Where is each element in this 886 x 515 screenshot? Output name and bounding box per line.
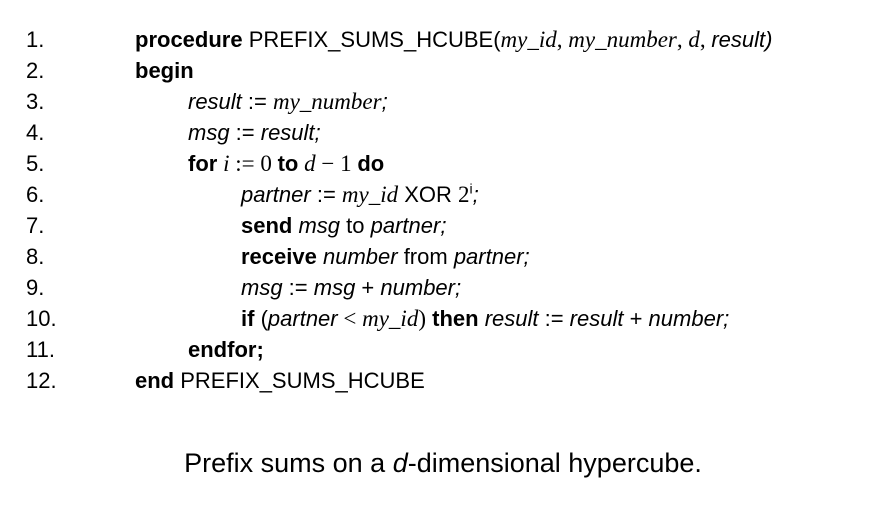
code-token: partner — [241, 182, 311, 207]
caption-text-end: -dimensional hypercube. — [407, 448, 702, 478]
code-token: msg — [298, 213, 341, 238]
code-text: procedure PREFIX_SUMS_HCUBE(my_id, my_nu… — [135, 25, 772, 55]
code-text: send msg to partner; — [241, 211, 446, 241]
code-token: from — [397, 244, 454, 269]
code-token: msg — [188, 120, 230, 145]
code-token: := — [241, 89, 273, 114]
line-number: 7. — [26, 213, 45, 238]
keyword: do — [357, 151, 385, 176]
code-token: my_number — [272, 89, 382, 114]
keyword: procedure — [135, 27, 243, 52]
line-number: 2. — [26, 58, 45, 83]
line-number: 11. — [26, 337, 55, 362]
code-token: result; — [260, 120, 321, 145]
code-token: := 0 — [229, 151, 278, 176]
code-token: partner — [267, 306, 338, 331]
code-text: partner := my_id XOR 2i; — [241, 180, 479, 210]
code-token: := — [282, 275, 314, 300]
code-text: for i := 0 to d − 1 do — [188, 149, 384, 179]
code-text: begin — [135, 56, 194, 86]
code-token: PREFIX_SUMS_HCUBE — [174, 368, 425, 393]
code-token: i — [217, 151, 230, 176]
code-text: msg := result; — [188, 118, 321, 148]
code-token: := — [229, 120, 261, 145]
line-number: 12. — [26, 368, 57, 393]
code-text: receive number from partner; — [241, 242, 530, 272]
code-token: my_id — [500, 27, 557, 52]
keyword: if — [241, 306, 255, 331]
code-token: XOR — [398, 182, 459, 207]
code-token: ( — [254, 306, 268, 331]
code-text: endfor; — [188, 335, 264, 365]
keyword: to — [277, 151, 299, 176]
code-token: + — [623, 306, 649, 331]
code-token: ; — [472, 182, 479, 207]
keyword: begin — [135, 58, 194, 83]
code-token: result — [188, 89, 242, 114]
code-token: result) — [711, 27, 773, 52]
keyword: end — [135, 368, 175, 393]
line-number: 8. — [26, 244, 45, 269]
code-token: my_id — [341, 182, 399, 207]
code-token: number; — [380, 275, 462, 300]
line-number: 3. — [26, 89, 45, 114]
code-token: 2 — [458, 182, 470, 207]
code-token: ) — [418, 306, 426, 331]
code-token: result — [569, 306, 624, 331]
code-token: := — [310, 182, 342, 207]
keyword: for — [188, 151, 218, 176]
code-token: my_id — [362, 306, 419, 331]
code-text: if (partner < my_id) then result := resu… — [241, 304, 729, 334]
code-token: to — [340, 213, 371, 238]
code-token: PREFIX_SUMS_HCUBE( — [242, 27, 501, 52]
line-number: 10. — [26, 306, 57, 331]
code-token: , — [556, 27, 569, 52]
caption-text: Prefix sums on a — [184, 448, 393, 478]
code-text: msg := msg + number; — [241, 273, 461, 303]
code-token: result — [484, 306, 539, 331]
code-token: := — [538, 306, 570, 331]
line-number: 5. — [26, 151, 45, 176]
keyword: send — [241, 213, 293, 238]
code-text: end PREFIX_SUMS_HCUBE — [135, 366, 425, 396]
code-token: my_number — [568, 27, 677, 52]
code-token: ; — [381, 89, 388, 114]
line-number: 1. — [26, 27, 45, 52]
code-token: msg — [241, 275, 283, 300]
keyword: receive — [241, 244, 317, 269]
line-number: 4. — [26, 120, 45, 145]
code-token: partner; — [370, 213, 447, 238]
code-token: d — [298, 151, 316, 176]
code-token: number; — [648, 306, 730, 331]
line-number: 6. — [26, 182, 45, 207]
code-token: msg — [313, 275, 356, 300]
line-number: 9. — [26, 275, 45, 300]
code-token: < — [337, 306, 363, 331]
code-token: d — [688, 27, 700, 52]
code-token: number — [322, 244, 398, 269]
code-token: + — [355, 275, 381, 300]
code-text: result := my_number; — [188, 87, 388, 117]
code-token: − 1 — [315, 151, 358, 176]
code-token: , — [699, 27, 712, 52]
caption-variable: d — [392, 448, 408, 478]
figure-caption: Prefix sums on a d-dimensional hypercube… — [0, 448, 886, 479]
code-token: , — [676, 27, 689, 52]
keyword: endfor; — [188, 337, 264, 362]
code-token: partner; — [453, 244, 530, 269]
keyword: then — [426, 306, 479, 331]
